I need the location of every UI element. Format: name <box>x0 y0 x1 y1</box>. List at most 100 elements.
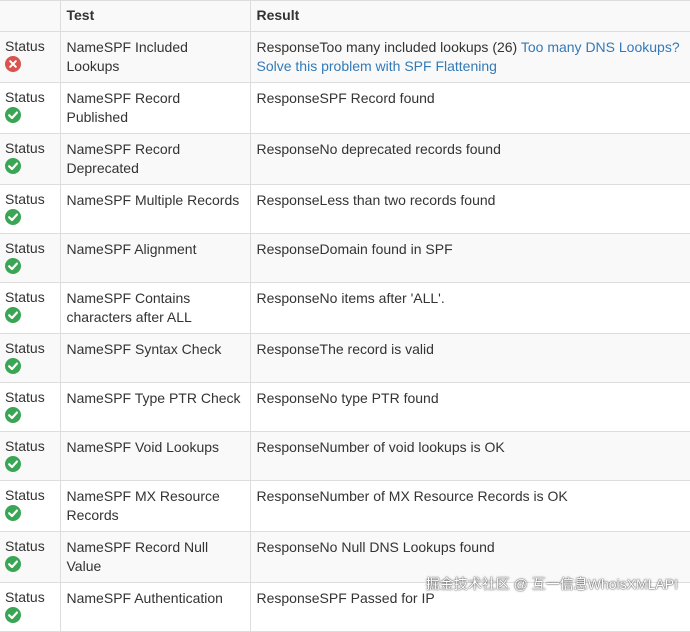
result-cell: ResponseLess than two records found <box>249 184 690 234</box>
response-prefix: Response <box>256 590 320 606</box>
status-label: Status <box>5 140 45 156</box>
response-prefix: Response <box>256 90 320 106</box>
result-cell: ResponseNo items after 'ALL'. <box>249 282 690 334</box>
status-cell: Status <box>0 31 61 83</box>
table-row: Status NameSPF Included Lookups Response… <box>0 31 690 83</box>
result-text: SPF Record found <box>319 90 435 106</box>
name-prefix: Name <box>66 141 104 157</box>
check-circle-icon <box>5 505 21 521</box>
result-text: Less than two records found <box>319 192 496 208</box>
result-text: Too many included lookups (26) <box>319 39 521 55</box>
result-cell: ResponseNo deprecated records found <box>249 133 690 185</box>
status-label: Status <box>5 38 45 54</box>
check-circle-icon <box>5 556 21 572</box>
result-cell: ResponseSPF Record found <box>249 82 690 134</box>
result-text: Number of MX Resource Records is OK <box>319 488 568 504</box>
result-text: No deprecated records found <box>319 141 501 157</box>
result-cell: ResponseToo many included lookups (26) T… <box>249 31 690 83</box>
test-cell: NameSPF MX Resource Records <box>59 480 251 532</box>
response-prefix: Response <box>256 241 320 257</box>
table-row: Status NameSPF Record Deprecated Respons… <box>0 133 690 185</box>
watermark: 掘金技术社区 @ 互一信息WhoisXMLAPI <box>425 576 678 592</box>
name-prefix: Name <box>66 439 104 455</box>
result-cell: ResponseNo type PTR found <box>249 382 690 432</box>
test-cell: NameSPF Included Lookups <box>59 31 251 83</box>
test-cell: NameSPF Record Published <box>59 82 251 134</box>
table-row: Status NameSPF Multiple Records Response… <box>0 184 690 234</box>
status-cell: Status <box>0 333 61 383</box>
name-prefix: Name <box>66 390 104 406</box>
table-header-row: Test Result <box>0 0 690 32</box>
status-label: Status <box>5 191 45 207</box>
response-prefix: Response <box>256 141 320 157</box>
status-cell: Status <box>0 184 61 234</box>
status-label: Status <box>5 438 45 454</box>
response-prefix: Response <box>256 341 320 357</box>
test-cell: NameSPF Authentication <box>59 582 251 632</box>
status-label: Status <box>5 589 45 605</box>
check-circle-icon <box>5 209 21 225</box>
status-cell: Status <box>0 382 61 432</box>
result-text: SPF Passed for IP <box>319 590 435 606</box>
name-prefix: Name <box>66 590 104 606</box>
response-prefix: Response <box>256 39 320 55</box>
test-cell: NameSPF Void Lookups <box>59 431 251 481</box>
result-text: No Null DNS Lookups found <box>319 539 495 555</box>
spf-results-table: Test Result Status NameSPF Included Look… <box>0 0 690 632</box>
check-circle-icon <box>5 258 21 274</box>
status-cell: Status <box>0 431 61 481</box>
test-cell: NameSPF Record Deprecated <box>59 133 251 185</box>
table-row: Status NameSPF MX Resource Records Respo… <box>0 480 690 532</box>
result-text: Domain found in SPF <box>319 241 453 257</box>
header-test: Test <box>59 0 251 32</box>
status-label: Status <box>5 240 45 256</box>
header-status <box>0 0 61 32</box>
response-prefix: Response <box>256 488 320 504</box>
name-prefix: Name <box>66 341 104 357</box>
response-prefix: Response <box>256 192 320 208</box>
x-circle-icon <box>5 56 21 72</box>
name-prefix: Name <box>66 488 104 504</box>
test-cell: NameSPF Contains characters after ALL <box>59 282 251 334</box>
result-text: No items after 'ALL'. <box>319 290 445 306</box>
test-cell: NameSPF Multiple Records <box>59 184 251 234</box>
status-label: Status <box>5 289 45 305</box>
table-row: Status NameSPF Record Published Response… <box>0 82 690 134</box>
name-prefix: Name <box>66 290 104 306</box>
check-circle-icon <box>5 107 21 123</box>
test-name: SPF Multiple Records <box>103 192 240 208</box>
table-body: Status NameSPF Included Lookups Response… <box>0 31 690 632</box>
result-cell: ResponseNumber of MX Resource Records is… <box>249 480 690 532</box>
status-cell: Status <box>0 480 61 532</box>
status-cell: Status <box>0 233 61 283</box>
table-row: Status NameSPF Alignment ResponseDomain … <box>0 233 690 283</box>
status-cell: Status <box>0 282 61 334</box>
table-row: Status NameSPF Contains characters after… <box>0 282 690 334</box>
status-label: Status <box>5 487 45 503</box>
response-prefix: Response <box>256 439 320 455</box>
result-cell: ResponseDomain found in SPF <box>249 233 690 283</box>
result-cell: ResponseThe record is valid <box>249 333 690 383</box>
result-text: The record is valid <box>319 341 434 357</box>
test-cell: NameSPF Type PTR Check <box>59 382 251 432</box>
check-circle-icon <box>5 407 21 423</box>
response-prefix: Response <box>256 390 320 406</box>
name-prefix: Name <box>66 90 104 106</box>
table-row: Status NameSPF Void Lookups ResponseNumb… <box>0 431 690 481</box>
response-prefix: Response <box>256 290 320 306</box>
test-cell: NameSPF Record Null Value <box>59 531 251 583</box>
name-prefix: Name <box>66 39 104 55</box>
test-cell: NameSPF Syntax Check <box>59 333 251 383</box>
name-prefix: Name <box>66 539 104 555</box>
test-name: SPF Type PTR Check <box>103 390 241 406</box>
name-prefix: Name <box>66 192 104 208</box>
header-result: Result <box>249 0 690 32</box>
test-name: SPF Alignment <box>103 241 197 257</box>
status-cell: Status <box>0 133 61 185</box>
result-cell: ResponseNumber of void lookups is OK <box>249 431 690 481</box>
status-label: Status <box>5 538 45 554</box>
status-cell: Status <box>0 82 61 134</box>
check-circle-icon <box>5 456 21 472</box>
table-row: Status NameSPF Type PTR Check ResponseNo… <box>0 382 690 432</box>
response-prefix: Response <box>256 539 320 555</box>
